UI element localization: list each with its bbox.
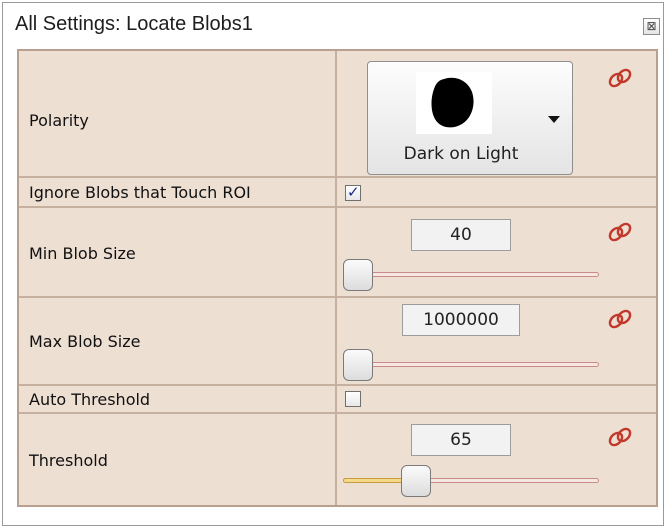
link-icon[interactable] — [606, 308, 634, 330]
ignore-touch-roi-label: Ignore Blobs that Touch ROI — [29, 183, 251, 202]
min-blob-size-slider-thumb[interactable] — [343, 259, 373, 291]
max-blob-size-input[interactable]: 1000000 — [402, 304, 520, 336]
max-blob-size-label: Max Blob Size — [29, 332, 141, 351]
window-title: All Settings: Locate Blobs1 — [15, 13, 253, 35]
close-button[interactable]: ⊠ — [643, 18, 660, 35]
threshold-label: Threshold — [29, 451, 108, 470]
chevron-down-icon — [548, 116, 560, 123]
polarity-value: Dark on Light — [403, 144, 519, 164]
polarity-label: Polarity — [29, 111, 89, 130]
auto-threshold-checkbox[interactable] — [345, 391, 361, 407]
blob-preview-icon — [416, 72, 492, 134]
auto-threshold-label: Auto Threshold — [29, 390, 151, 409]
link-icon[interactable] — [606, 67, 634, 89]
auto-threshold-row: Auto Threshold — [19, 386, 656, 414]
min-blob-size-slider-track[interactable] — [343, 272, 599, 277]
threshold-row: Threshold 65 — [19, 414, 656, 505]
link-icon[interactable] — [606, 426, 634, 448]
max-blob-size-slider-track[interactable] — [343, 362, 599, 367]
max-blob-size-row: Max Blob Size 1000000 — [19, 298, 656, 386]
polarity-row: Polarity Dark on Light — [19, 51, 656, 178]
min-blob-size-label: Min Blob Size — [29, 244, 136, 263]
settings-grid: Polarity Dark on Light Ignore Blobs that… — [17, 49, 658, 507]
checkmark-icon: ✓ — [347, 183, 360, 201]
ignore-touch-roi-row: Ignore Blobs that Touch ROI ✓ — [19, 178, 656, 208]
link-icon[interactable] — [606, 221, 634, 243]
max-blob-size-slider-thumb[interactable] — [343, 349, 373, 381]
threshold-slider-thumb[interactable] — [401, 465, 431, 497]
polarity-dropdown[interactable]: Dark on Light — [367, 61, 573, 175]
threshold-input[interactable]: 65 — [411, 424, 511, 456]
min-blob-size-input[interactable]: 40 — [411, 219, 511, 251]
ignore-touch-roi-checkbox[interactable]: ✓ — [345, 183, 361, 201]
min-blob-size-row: Min Blob Size 40 — [19, 208, 656, 298]
